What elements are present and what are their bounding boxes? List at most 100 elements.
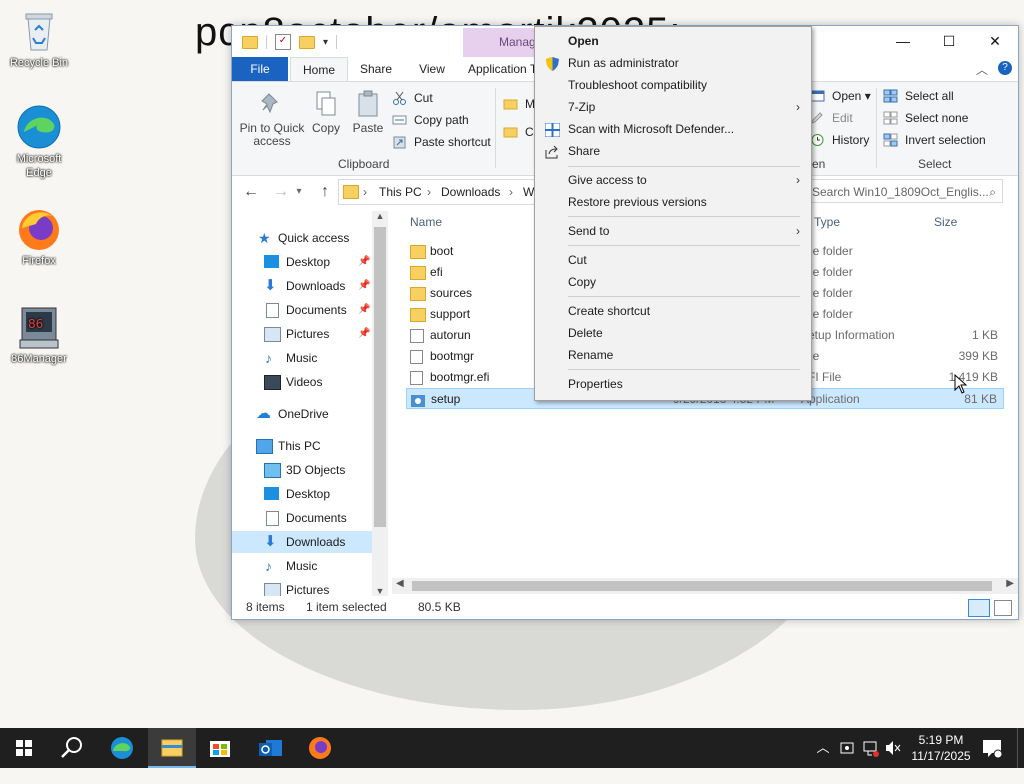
nav-qa-documents[interactable]: Documents 📌 bbox=[232, 299, 372, 321]
network-adapter-icon[interactable] bbox=[838, 728, 856, 768]
chevron-up-icon[interactable]: ︿ bbox=[976, 61, 988, 78]
tab-application-tools[interactable]: Application Tools bbox=[468, 57, 536, 81]
menu-item-7zip[interactable]: 7-Zip › bbox=[538, 96, 808, 118]
scroll-down-icon[interactable]: ▼ bbox=[372, 586, 388, 596]
breadcrumb-downloads[interactable]: Downloads bbox=[441, 180, 500, 204]
file-name: support bbox=[430, 307, 471, 321]
network-icon[interactable] bbox=[862, 728, 880, 768]
help-icon[interactable]: ? bbox=[998, 61, 1012, 75]
menu-item-share[interactable]: Share bbox=[538, 140, 808, 162]
taskbar-outlook[interactable] bbox=[246, 728, 294, 768]
invert-selection-button[interactable]: Invert selection bbox=[883, 130, 986, 150]
tab-home[interactable]: Home bbox=[290, 57, 348, 82]
search-input[interactable]: Search Win10_1809Oct_Englis... ⌕ bbox=[807, 179, 1003, 203]
menu-item-send-to[interactable]: Send to › bbox=[538, 220, 808, 242]
menu-item-properties[interactable]: Properties bbox=[538, 373, 808, 395]
nav-qa-pictures[interactable]: Pictures 📌 bbox=[232, 323, 372, 345]
menu-item-delete[interactable]: Delete bbox=[538, 322, 808, 344]
nav-pc-pictures[interactable]: Pictures bbox=[232, 579, 372, 596]
paste-shortcut-button[interactable]: Paste shortcut bbox=[392, 132, 491, 152]
edit-button[interactable]: Edit bbox=[810, 108, 853, 128]
nav-pc-desktop[interactable]: Desktop bbox=[232, 483, 372, 505]
up-arrow-icon[interactable]: ↑ bbox=[314, 181, 336, 203]
open-button[interactable]: Open ▾ bbox=[810, 86, 871, 106]
menu-item-scan-defender[interactable]: Scan with Microsoft Defender... bbox=[538, 118, 808, 140]
maximize-button[interactable]: ☐ bbox=[926, 26, 972, 57]
taskbar-file-explorer[interactable] bbox=[148, 728, 196, 768]
horizontal-scrollbar[interactable]: ◀ ▶ bbox=[392, 578, 1018, 594]
taskbar-edge[interactable] bbox=[98, 728, 146, 768]
menu-item-give-access-to[interactable]: Give access to › bbox=[538, 169, 808, 191]
select-all-label: Select all bbox=[905, 89, 954, 103]
scroll-left-icon[interactable]: ◀ bbox=[396, 578, 404, 589]
clock[interactable]: 5:19 PM 11/17/2025 bbox=[906, 732, 976, 764]
history-button[interactable]: History bbox=[810, 130, 869, 150]
nav-pc-music[interactable]: ♪ Music bbox=[232, 555, 372, 577]
chevron-down-icon[interactable]: ▾ bbox=[323, 37, 328, 48]
desktop-icon-86manager[interactable]: 86 86Manager bbox=[4, 304, 74, 366]
taskbar-firefox[interactable] bbox=[296, 728, 344, 768]
scroll-up-icon[interactable]: ▲ bbox=[372, 211, 388, 221]
desktop-icon-recycle-bin[interactable]: Recycle Bin bbox=[4, 8, 74, 70]
nav-quick-access[interactable]: ★ Quick access bbox=[232, 227, 372, 249]
select-none-button[interactable]: Select none bbox=[883, 108, 968, 128]
desktop-icon-firefox[interactable]: Firefox bbox=[4, 206, 74, 268]
breadcrumb-folder[interactable]: W bbox=[523, 180, 534, 204]
show-hidden-icons-chevron-icon[interactable]: ︿ bbox=[814, 728, 832, 768]
column-header-type[interactable]: Type bbox=[814, 215, 840, 229]
column-header-name[interactable]: Name bbox=[410, 215, 442, 229]
desktop-icon-label: Firefox bbox=[22, 255, 56, 267]
menu-item-copy[interactable]: Copy bbox=[538, 271, 808, 293]
scrollbar-thumb[interactable] bbox=[412, 581, 992, 591]
new-folder-icon[interactable] bbox=[299, 35, 315, 49]
nav-qa-videos[interactable]: Videos bbox=[232, 371, 372, 393]
recent-locations-chevron-icon[interactable]: ▾ bbox=[292, 181, 306, 203]
tab-view[interactable]: View bbox=[410, 57, 454, 81]
minimize-button[interactable]: — bbox=[880, 26, 926, 57]
nav-scrollbar[interactable]: ▲ ▼ bbox=[372, 211, 388, 596]
action-center-button[interactable] bbox=[980, 728, 1004, 768]
nav-qa-music[interactable]: ♪ Music bbox=[232, 347, 372, 369]
menu-item-open[interactable]: Open bbox=[538, 30, 808, 52]
forward-arrow-icon[interactable]: → bbox=[270, 181, 292, 203]
menu-item-run-as-administrator[interactable]: Run as administrator bbox=[538, 52, 808, 74]
menu-item-create-shortcut[interactable]: Create shortcut bbox=[538, 300, 808, 322]
nav-onedrive[interactable]: ☁ OneDrive bbox=[232, 403, 372, 425]
nav-3d-objects[interactable]: 3D Objects bbox=[232, 459, 372, 481]
cut-button[interactable]: Cut bbox=[392, 88, 433, 108]
search-button[interactable] bbox=[48, 728, 96, 768]
scrollbar-thumb[interactable] bbox=[374, 227, 386, 527]
menu-item-rename[interactable]: Rename bbox=[538, 344, 808, 366]
show-desktop-button[interactable] bbox=[1017, 728, 1018, 768]
nav-qa-downloads[interactable]: ⬇ Downloads 📌 bbox=[232, 275, 372, 297]
menu-item-troubleshoot-compatibility[interactable]: Troubleshoot compatibility bbox=[538, 74, 808, 96]
nav-qa-desktop[interactable]: Desktop 📌 bbox=[232, 251, 372, 273]
desktop-icon-edge[interactable]: Microsoft Edge bbox=[4, 104, 74, 180]
nav-pc-downloads[interactable]: ⬇ Downloads bbox=[232, 531, 372, 553]
properties-icon[interactable]: ✓ bbox=[275, 34, 291, 50]
scroll-right-icon[interactable]: ▶ bbox=[1006, 578, 1014, 589]
tab-file[interactable]: File bbox=[232, 57, 288, 81]
volume-muted-icon[interactable] bbox=[884, 728, 902, 768]
copy-path-button[interactable]: Copy path bbox=[392, 110, 469, 130]
breadcrumb-this-pc[interactable]: This PC bbox=[379, 180, 422, 204]
tab-share[interactable]: Share bbox=[354, 57, 398, 81]
nav-this-pc[interactable]: This PC bbox=[232, 435, 372, 457]
nav-pc-documents[interactable]: Documents bbox=[232, 507, 372, 529]
menu-item-restore-previous-versions[interactable]: Restore previous versions bbox=[538, 191, 808, 213]
folder-icon bbox=[503, 125, 518, 139]
back-arrow-icon[interactable]: ← bbox=[240, 181, 262, 203]
menu-item-cut[interactable]: Cut bbox=[538, 249, 808, 271]
details-view-icon[interactable] bbox=[968, 599, 990, 617]
taskbar-store[interactable] bbox=[196, 728, 244, 768]
paste-button[interactable]: Paste bbox=[350, 90, 386, 135]
large-icons-view-icon[interactable] bbox=[994, 600, 1012, 616]
column-header-size[interactable]: Size bbox=[934, 215, 957, 229]
pin-to-quick-access-button[interactable]: Pin to Quick access bbox=[238, 90, 306, 148]
start-button[interactable] bbox=[0, 728, 48, 768]
close-button[interactable]: ✕ bbox=[972, 26, 1018, 57]
desktop-icon-label: Microsoft Edge bbox=[16, 153, 62, 179]
select-all-button[interactable]: Select all bbox=[883, 86, 954, 106]
copy-button[interactable]: Copy bbox=[310, 90, 342, 135]
paste-shortcut-icon bbox=[392, 135, 407, 149]
